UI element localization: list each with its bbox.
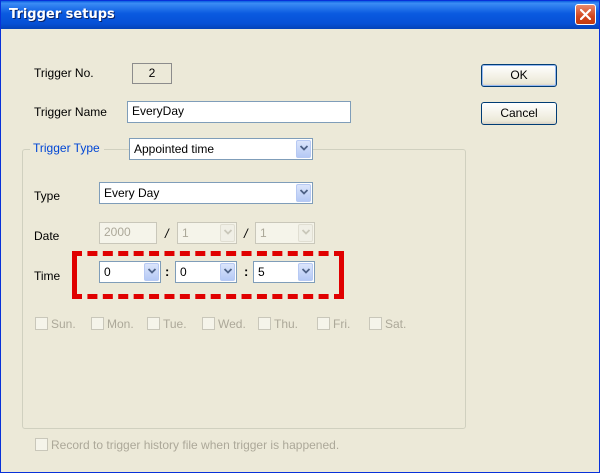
day-checkbox-sun[interactable] xyxy=(35,317,48,330)
date-day-value: 1 xyxy=(260,226,267,240)
trigger-type-value: Appointed time xyxy=(134,142,215,156)
trigger-type-select[interactable]: Appointed time xyxy=(129,138,313,160)
trigger-no-label: Trigger No. xyxy=(34,66,94,80)
day-checkbox-sat[interactable] xyxy=(369,317,382,330)
time-label: Time xyxy=(34,269,61,283)
date-separator: / xyxy=(165,226,169,241)
day-checkbox-fri[interactable] xyxy=(317,317,330,330)
trigger-name-input[interactable]: EveryDay xyxy=(127,101,351,123)
chevron-down-icon xyxy=(296,184,311,202)
day-checkbox-wed[interactable] xyxy=(202,317,215,330)
day-checkbox-thu[interactable] xyxy=(258,317,271,330)
record-history-checkbox[interactable] xyxy=(35,438,48,451)
title-bar[interactable]: Trigger setups xyxy=(1,1,599,29)
chevron-down-icon xyxy=(220,224,235,242)
day-label-mon: Mon. xyxy=(107,317,134,331)
date-day-select[interactable]: 1 xyxy=(255,222,315,244)
type-label: Type xyxy=(34,189,61,203)
close-button[interactable] xyxy=(575,4,596,25)
trigger-setups-dialog: Trigger setups Trigger No. 2 Trigger Nam… xyxy=(0,0,600,473)
day-label-wed: Wed. xyxy=(218,317,246,331)
record-history-label: Record to trigger history file when trig… xyxy=(51,438,340,452)
day-checkbox-mon[interactable] xyxy=(91,317,104,330)
day-label-fri: Fri. xyxy=(333,317,351,331)
date-month-select[interactable]: 1 xyxy=(177,222,237,244)
close-icon xyxy=(580,9,591,20)
date-year-field[interactable]: 2000 xyxy=(99,222,157,244)
time-highlight-annotation xyxy=(72,251,344,299)
date-label: Date xyxy=(34,229,60,243)
cancel-button[interactable]: Cancel xyxy=(481,102,557,125)
type-value: Every Day xyxy=(104,186,160,200)
date-separator: / xyxy=(244,226,248,241)
date-month-value: 1 xyxy=(182,226,189,240)
trigger-name-label: Trigger Name xyxy=(34,105,107,119)
ok-button[interactable]: OK xyxy=(481,64,557,87)
trigger-type-label: Trigger Type xyxy=(30,141,104,155)
trigger-no-field: 2 xyxy=(132,63,172,84)
day-label-sat: Sat. xyxy=(385,317,407,331)
chevron-down-icon xyxy=(298,224,313,242)
day-label-tue: Tue. xyxy=(163,317,187,331)
day-label-thu: Thu. xyxy=(274,317,299,331)
window-title: Trigger setups xyxy=(9,7,115,22)
type-select[interactable]: Every Day xyxy=(99,182,313,204)
day-checkbox-tue[interactable] xyxy=(147,317,160,330)
day-label-sun: Sun. xyxy=(51,317,76,331)
chevron-down-icon xyxy=(296,140,311,158)
